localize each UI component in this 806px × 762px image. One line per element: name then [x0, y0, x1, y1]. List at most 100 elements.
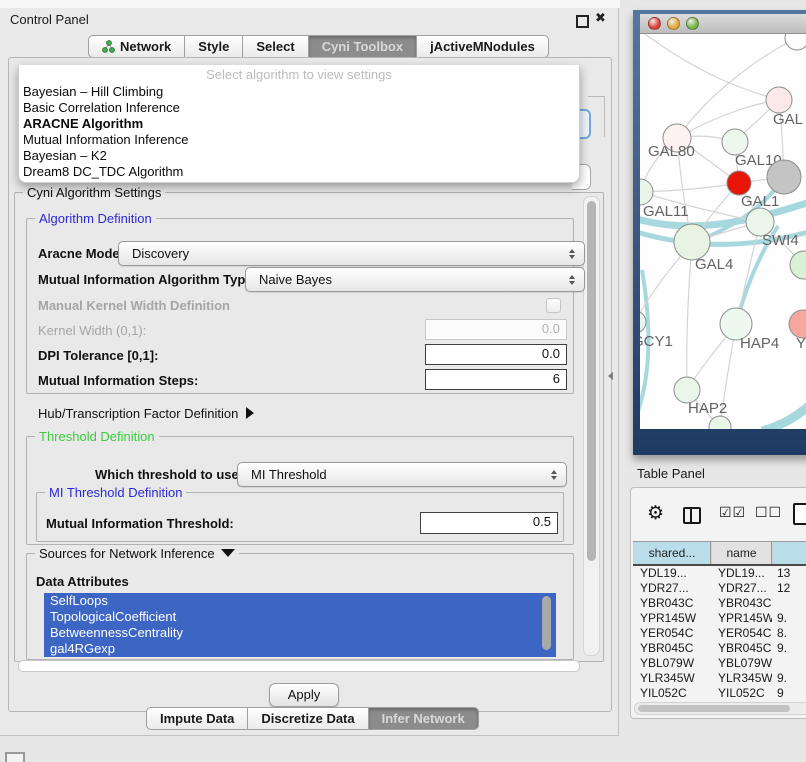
tab-discretize-data[interactable]: Discretize Data: [248, 707, 368, 730]
panel-splitter-arrow-icon[interactable]: [608, 372, 613, 380]
table-cell: YBR045C: [711, 641, 772, 656]
mi-steps-field[interactable]: 6: [425, 369, 567, 390]
column-header-a[interactable]: A: [772, 542, 806, 564]
attribute-item-selfloops[interactable]: SelfLoops: [44, 593, 556, 609]
table-row[interactable]: YPR145WYPR145W9.: [633, 611, 806, 626]
table-cell: 13: [772, 566, 806, 581]
dpi-tolerance-field[interactable]: 0.0: [425, 344, 567, 365]
attribute-list-scrollbar-thumb[interactable]: [542, 596, 551, 650]
settings-vertical-scrollbar[interactable]: [583, 196, 600, 656]
node-label-gal80: GAL80: [648, 143, 695, 160]
algorithm-option-aracne-algorithm[interactable]: ARACNE Algorithm: [19, 116, 579, 132]
kernel-width-field[interactable]: 0.0: [425, 319, 567, 340]
table-row[interactable]: YBL079WYBL079W: [633, 656, 806, 671]
network-node[interactable]: [767, 160, 801, 194]
export-table-icon[interactable]: [793, 503, 806, 525]
network-edge[interactable]: [687, 242, 692, 390]
which-threshold-combo[interactable]: MI Threshold: [237, 462, 567, 487]
table-cell: YPR145W: [711, 611, 772, 626]
manual-kernel-label: Manual Kernel Width Definition: [38, 298, 230, 313]
tab-impute-data[interactable]: Impute Data: [146, 707, 248, 730]
column-header-name[interactable]: name: [711, 542, 772, 564]
manual-kernel-checkbox[interactable]: [546, 298, 561, 313]
table-cell: YER054C: [711, 626, 772, 641]
node-label-gal: GAL: [773, 111, 803, 128]
table-row[interactable]: YBR045CYBR045C9.: [633, 641, 806, 656]
network-node[interactable]: [785, 34, 806, 50]
minimize-traffic-light[interactable]: [667, 17, 680, 30]
table-cell: YBR045C: [633, 641, 711, 656]
table-cell: YDR27...: [633, 581, 711, 596]
control-panel-tabs: Network Style Select Cyni ToolboxjActiveMNo…: [88, 35, 549, 58]
table-row[interactable]: YLR345WYLR345W9.: [633, 671, 806, 686]
network-window-titlebar[interactable]: [640, 14, 806, 34]
network-node[interactable]: [790, 251, 806, 279]
columns-icon[interactable]: [683, 507, 701, 524]
algorithm-option-bayesian-hill-climbing[interactable]: Bayesian – Hill Climbing: [19, 84, 579, 100]
gear-icon[interactable]: ⚙: [647, 502, 664, 524]
table-cell: YIL052C: [711, 686, 772, 700]
mi-type-combo[interactable]: Naive Bayes: [245, 267, 585, 292]
network-edge[interactable]: [640, 183, 739, 192]
table-cell: YBR043C: [633, 596, 711, 611]
combo-arrows-icon: [551, 470, 557, 480]
zoom-traffic-light[interactable]: [686, 17, 699, 30]
network-node-gal4[interactable]: [674, 224, 710, 260]
column-header-shared-[interactable]: shared...: [633, 542, 711, 564]
tab-select[interactable]: Select: [243, 35, 308, 58]
network-edge[interactable]: [762, 400, 806, 429]
tab-cyni-toolbox[interactable]: Cyni Toolbox: [309, 35, 417, 58]
table-cell: YBR043C: [711, 596, 772, 611]
tab-jactivemnodules[interactable]: jActiveMNodules: [417, 35, 549, 58]
table-row[interactable]: YIL052CYIL052C9: [633, 686, 806, 700]
table-body: YDL19...YDL19...13YDR27...YDR27...12YBR0…: [633, 566, 806, 700]
network-canvas[interactable]: GALGAL80GAL10GAL1GAL11SWI4GAL4GCY1HAP4YH…: [640, 34, 806, 429]
close-icon[interactable]: ✖: [595, 11, 606, 26]
algorithm-dropdown-list: Bayesian – Hill ClimbingBasic Correlatio…: [19, 84, 579, 180]
tab-network[interactable]: Network: [88, 35, 185, 58]
table-horizontal-scrollbar[interactable]: [634, 702, 806, 715]
sources-group-title[interactable]: Sources for Network Inference: [35, 546, 239, 561]
cyni-algorithm-settings-title: Cyni Algorithm Settings: [23, 185, 165, 200]
algorithm-option-basic-correlation-inference[interactable]: Basic Correlation Inference: [19, 100, 579, 116]
table-cell: 8.: [772, 626, 806, 641]
table-row[interactable]: YDL19...YDL19...13: [633, 566, 806, 581]
tab-label: Select: [256, 39, 294, 54]
table-row[interactable]: YER054CYER054C8.: [633, 626, 806, 641]
table-cell: YDL19...: [711, 566, 772, 581]
mi-threshold-field[interactable]: 0.5: [420, 512, 558, 534]
settings-scrollbar-thumb[interactable]: [587, 201, 596, 561]
network-icon: [102, 40, 115, 53]
network-node-gal[interactable]: [766, 87, 792, 113]
algorithm-option-mutual-information-inference[interactable]: Mutual Information Inference: [19, 132, 579, 148]
table-cell: 9: [772, 686, 806, 700]
algorithm-option-dream8-dc-tdc-algorithm[interactable]: Dream8 DC_TDC Algorithm: [19, 164, 579, 180]
dpi-tolerance-label: DPI Tolerance [0,1]:: [38, 348, 158, 363]
tab-style[interactable]: Style: [185, 35, 243, 58]
table-cell: YBL079W: [711, 656, 772, 671]
network-node-gal11[interactable]: [640, 179, 653, 205]
table-hscroll-thumb[interactable]: [638, 705, 790, 712]
tab-infer-network[interactable]: Infer Network: [369, 707, 479, 730]
select-all-checkboxes-icon[interactable]: ☑☑: [719, 505, 746, 521]
float-window-icon[interactable]: [576, 15, 589, 28]
which-threshold-label: Which threshold to use:: [95, 467, 243, 482]
attribute-item-betweennesscentrality[interactable]: BetweennessCentrality: [44, 625, 556, 641]
network-node-gcy1[interactable]: [640, 311, 646, 333]
apply-button[interactable]: Apply: [269, 683, 339, 707]
hub-definition-toggle[interactable]: Hub/Transcription Factor Definition: [38, 406, 254, 421]
tab-label: Style: [198, 39, 229, 54]
network-edge[interactable]: [645, 34, 779, 100]
algorithm-option-bayesian-k2[interactable]: Bayesian – K2: [19, 148, 579, 164]
aracne-mode-combo[interactable]: Discovery: [118, 241, 585, 266]
network-node-gal1[interactable]: [727, 171, 751, 195]
deselect-all-checkboxes-icon[interactable]: ☐☐: [755, 505, 782, 521]
settings-horizontal-scrollbar[interactable]: [18, 660, 580, 672]
table-row[interactable]: YBR043CYBR043C: [633, 596, 806, 611]
attribute-item-topologicalcoefficient[interactable]: TopologicalCoefficient: [44, 609, 556, 625]
network-node-y[interactable]: [789, 310, 806, 338]
table-row[interactable]: YDR27...YDR27...12: [633, 581, 806, 596]
collapsed-panel-icon[interactable]: [5, 752, 25, 762]
close-traffic-light[interactable]: [648, 17, 661, 30]
attribute-item-gal4rgexp[interactable]: gal4RGexp: [44, 641, 556, 657]
